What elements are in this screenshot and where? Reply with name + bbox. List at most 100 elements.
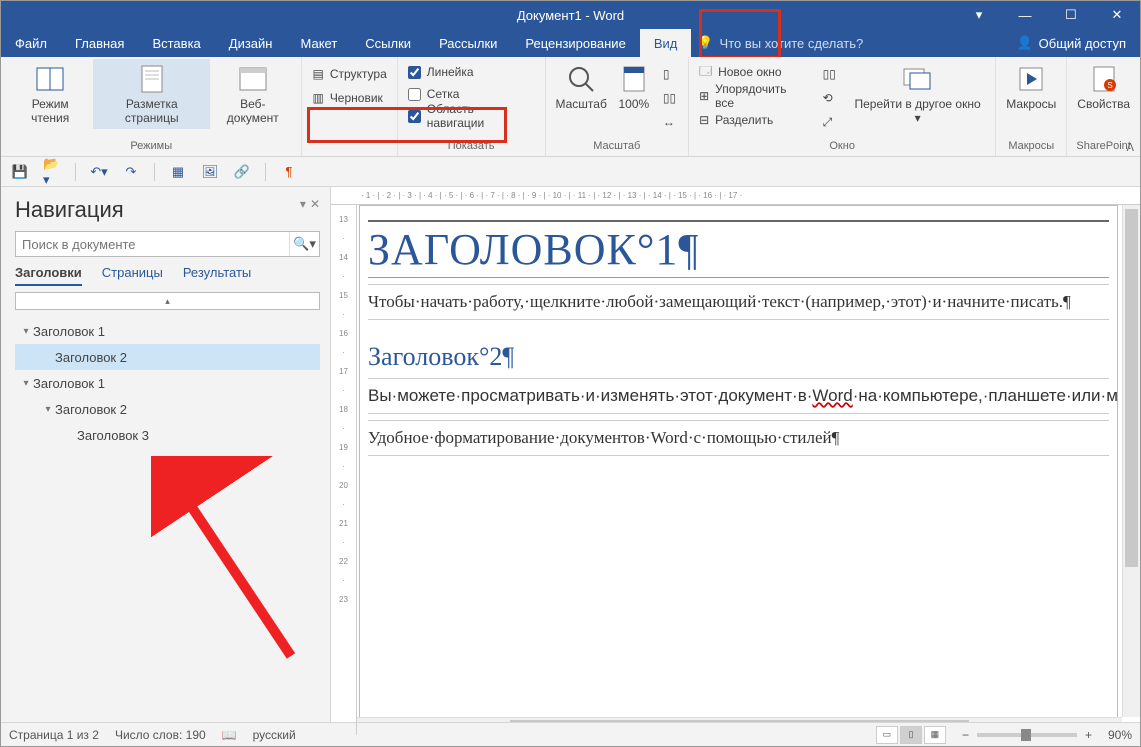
- group-show-label: Показать: [404, 140, 539, 156]
- switch-window-button[interactable]: Перейти в другое окно ▾: [846, 59, 989, 129]
- nav-tree-item[interactable]: Заголовок 2: [15, 344, 320, 370]
- arrange-all-button[interactable]: ⊞Упорядочить все: [695, 85, 813, 107]
- nav-expand-bar[interactable]: ▴: [15, 292, 320, 310]
- status-words[interactable]: Число слов: 190: [115, 728, 206, 742]
- zoom-100-button[interactable]: 100%: [611, 59, 657, 115]
- minimize-button[interactable]: —: [1002, 1, 1048, 29]
- share-label: Общий доступ: [1039, 36, 1126, 51]
- doc-heading-2[interactable]: Заголовок°2¶: [368, 342, 1109, 372]
- page-width-icon: ↔: [663, 115, 675, 129]
- share-button[interactable]: 👤 Общий доступ: [1002, 29, 1140, 57]
- nav-tree-item[interactable]: ▾Заголовок 2: [15, 396, 320, 422]
- image-icon[interactable]: 🖼: [201, 163, 219, 181]
- tab-design[interactable]: Дизайн: [215, 29, 287, 57]
- new-window-button[interactable]: 🗔Новое окно: [695, 61, 813, 83]
- split-button[interactable]: ⊟Разделить: [695, 109, 813, 131]
- nav-title: Навигация: [15, 197, 320, 223]
- tab-layout[interactable]: Макет: [286, 29, 351, 57]
- sharepoint-icon: S: [1088, 63, 1120, 95]
- zoom-in-icon[interactable]: +: [1085, 728, 1092, 742]
- nav-dropdown-icon[interactable]: ▾: [300, 197, 306, 211]
- tab-insert[interactable]: Вставка: [138, 29, 214, 57]
- table-icon[interactable]: ▦: [169, 163, 187, 181]
- collapse-ribbon-icon[interactable]: ᐱ: [1126, 141, 1134, 154]
- svg-text:S: S: [1107, 81, 1112, 90]
- one-page-icon: ▯: [663, 67, 670, 81]
- document-page[interactable]: ЗАГОЛОВОК°1¶ Чтобы·начать·работу,·щелкни…: [359, 205, 1118, 735]
- status-language[interactable]: русский: [253, 728, 296, 742]
- link-icon[interactable]: 🔗: [233, 163, 251, 181]
- spell-check-icon[interactable]: 📖: [222, 728, 237, 742]
- tab-home[interactable]: Главная: [61, 29, 138, 57]
- read-mode-button[interactable]: Режим чтения: [7, 59, 93, 129]
- web-layout-button[interactable]: Веб-документ: [210, 59, 295, 129]
- one-page-button[interactable]: ▯: [659, 63, 680, 85]
- view-print-icon[interactable]: ▯: [900, 726, 922, 744]
- vertical-scrollbar[interactable]: [1122, 205, 1140, 717]
- window-title: Документ1 - Word: [517, 8, 624, 23]
- macros-button[interactable]: Макросы: [1002, 59, 1060, 115]
- nav-close-icon[interactable]: ✕: [310, 197, 320, 211]
- vertical-ruler[interactable]: 13·14·15·16·17·18·19·20·21·22·23: [331, 205, 357, 735]
- draft-button[interactable]: ▥Черновик: [308, 87, 386, 109]
- share-icon: 👤: [1016, 35, 1032, 51]
- outline-icon: ▤: [312, 67, 323, 81]
- web-layout-icon: [237, 63, 269, 95]
- ruler-checkbox[interactable]: Линейка: [404, 61, 478, 83]
- doc-paragraph-2[interactable]: Вы·можете·просматривать·и·изменять·этот·…: [368, 378, 1109, 414]
- zoom-button[interactable]: Масштаб: [552, 59, 611, 115]
- maximize-button[interactable]: ☐: [1048, 1, 1094, 29]
- tab-view[interactable]: Вид: [640, 29, 692, 57]
- bulb-icon: 💡: [697, 35, 713, 51]
- tab-mailings[interactable]: Рассылки: [425, 29, 511, 57]
- nav-tab-pages[interactable]: Страницы: [102, 265, 163, 286]
- quick-access-toolbar: 💾 📂▾ ↶▾ ↷ ▦ 🖼 🔗 ¶: [1, 157, 1140, 187]
- ribbon-dropdown-icon[interactable]: ▾: [956, 1, 1002, 29]
- undo-icon[interactable]: ↶▾: [90, 163, 108, 181]
- doc-paragraph-1[interactable]: Чтобы·начать·работу,·щелкните·любой·заме…: [368, 284, 1109, 320]
- nav-pane-checkbox[interactable]: Область навигации: [404, 105, 539, 127]
- group-macros-label: Макросы: [1002, 140, 1060, 156]
- reset-pos-button[interactable]: ⤢: [819, 111, 840, 133]
- zoom-percent[interactable]: 90%: [1108, 728, 1132, 742]
- zoom-out-icon[interactable]: −: [962, 728, 969, 742]
- outline-button[interactable]: ▤Структура: [308, 63, 390, 85]
- view-web-icon[interactable]: ▦: [924, 726, 946, 744]
- print-layout-button[interactable]: Разметка страницы: [93, 59, 210, 129]
- nav-tree: ▾Заголовок 1Заголовок 2▾Заголовок 1▾Заго…: [15, 318, 320, 448]
- nav-search[interactable]: 🔍▾: [15, 231, 320, 257]
- tab-references[interactable]: Ссылки: [351, 29, 425, 57]
- properties-button[interactable]: S Свойства: [1073, 59, 1134, 115]
- zoom-slider[interactable]: − +: [962, 728, 1092, 742]
- nav-tab-results[interactable]: Результаты: [183, 265, 251, 286]
- status-bar: Страница 1 из 2 Число слов: 190 📖 русски…: [1, 722, 1140, 746]
- tab-review[interactable]: Рецензирование: [511, 29, 639, 57]
- nav-search-input[interactable]: [16, 232, 289, 256]
- multi-page-icon: ▯▯: [663, 91, 676, 105]
- nav-tree-item[interactable]: ▾Заголовок 1: [15, 370, 320, 396]
- view-read-icon[interactable]: ▭: [876, 726, 898, 744]
- nav-tree-item[interactable]: ▾Заголовок 1: [15, 318, 320, 344]
- nav-tab-headings[interactable]: Заголовки: [15, 265, 82, 286]
- status-page[interactable]: Страница 1 из 2: [9, 728, 99, 742]
- page-width-button[interactable]: ↔: [659, 111, 680, 133]
- horizontal-ruler[interactable]: · 1 · | · 2 · | · 3 · | · 4 · | · 5 · | …: [331, 187, 1140, 205]
- ribbon: Режим чтения Разметка страницы Веб-докум…: [1, 57, 1140, 157]
- save-icon[interactable]: 💾: [11, 163, 29, 181]
- redo-icon[interactable]: ↷: [122, 163, 140, 181]
- doc-heading-1[interactable]: ЗАГОЛОВОК°1¶: [368, 220, 1109, 278]
- group-window-label: Окно: [695, 140, 989, 156]
- search-icon[interactable]: 🔍▾: [289, 232, 319, 256]
- multi-page-button[interactable]: ▯▯: [659, 87, 680, 109]
- tell-me-search[interactable]: 💡 Что вы хотите сделать?: [691, 29, 863, 57]
- doc-paragraph-3[interactable]: Удобное·форматирование·документов·Word·с…: [368, 420, 1109, 456]
- tab-file[interactable]: Файл: [1, 29, 61, 57]
- side-by-side-button[interactable]: ▯▯: [819, 63, 840, 85]
- para-marks-icon[interactable]: ¶: [280, 163, 298, 181]
- group-views-label: Режимы: [7, 140, 295, 156]
- sync-scroll-button[interactable]: ⟲: [819, 87, 840, 109]
- close-button[interactable]: ✕: [1094, 1, 1140, 29]
- nav-tree-item[interactable]: Заголовок 3: [15, 422, 320, 448]
- open-icon[interactable]: 📂▾: [43, 163, 61, 181]
- switch-window-icon: [902, 63, 934, 95]
